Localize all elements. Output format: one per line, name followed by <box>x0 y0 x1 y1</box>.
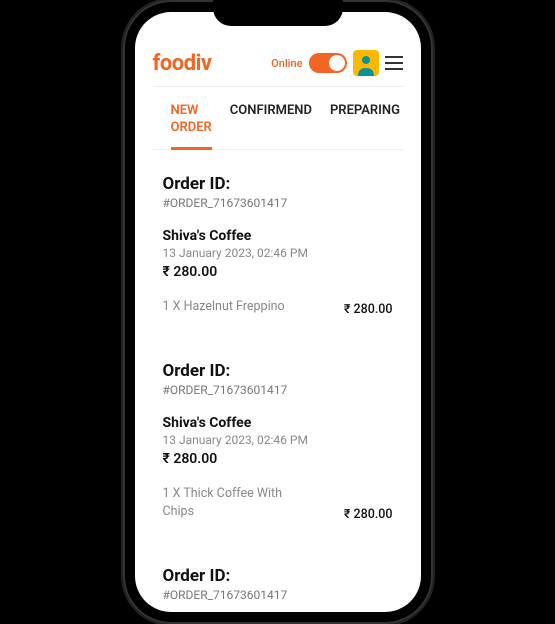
order-id-label: Order ID: <box>163 361 393 381</box>
tab-new-order[interactable]: NEW ORDER <box>171 103 212 150</box>
order-id-label: Order ID: <box>163 174 393 194</box>
order-card[interactable]: Order ID: #ORDER_71673601417 Shiva's Cof… <box>163 174 393 317</box>
menu-icon[interactable] <box>385 56 403 70</box>
line-item-name: 1 X Hazelnut Freppino <box>163 298 285 317</box>
tab-preparing[interactable]: PREPARING <box>330 103 400 149</box>
tab-confirmed[interactable]: CONFIRMEND <box>230 103 312 149</box>
order-line: 1 X Hazelnut Freppino ₹ 280.00 <box>163 298 393 317</box>
brand-logo[interactable]: foodiv <box>153 51 212 76</box>
phone-frame: foodiv Online NEW ORDER CONFIRMEND PREP <box>123 0 433 624</box>
line-item-name: 1 X Thick Coffee With Chips <box>163 485 313 523</box>
order-datetime: 13 January 2023, 02:46 PM <box>163 246 393 260</box>
order-card[interactable]: Order ID: #ORDER_71673601417 <box>163 566 393 602</box>
person-icon <box>356 54 376 76</box>
order-card[interactable]: Order ID: #ORDER_71673601417 Shiva's Cof… <box>163 361 393 523</box>
store-name: Shiva's Coffee <box>163 228 393 244</box>
order-total: ₹ 280.00 <box>163 451 393 467</box>
line-item-price: ₹ 280.00 <box>344 507 393 522</box>
tabs: NEW ORDER CONFIRMEND PREPARING <box>153 87 403 150</box>
store-name: Shiva's Coffee <box>163 415 393 431</box>
app-screen: foodiv Online NEW ORDER CONFIRMEND PREP <box>135 12 421 612</box>
avatar[interactable] <box>353 50 379 76</box>
line-item-price: ₹ 280.00 <box>344 302 393 317</box>
phone-notch <box>213 0 343 26</box>
order-id: #ORDER_71673601417 <box>163 196 393 210</box>
order-store-block: Shiva's Coffee 13 January 2023, 02:46 PM… <box>163 228 393 280</box>
online-toggle[interactable] <box>309 53 347 73</box>
online-label: Online <box>271 57 302 70</box>
order-datetime: 13 January 2023, 02:46 PM <box>163 433 393 447</box>
order-id: #ORDER_71673601417 <box>163 383 393 397</box>
order-id-label: Order ID: <box>163 566 393 586</box>
header-right: Online <box>271 50 402 76</box>
order-store-block: Shiva's Coffee 13 January 2023, 02:46 PM… <box>163 415 393 467</box>
order-id: #ORDER_71673601417 <box>163 588 393 602</box>
order-line: 1 X Thick Coffee With Chips ₹ 280.00 <box>163 485 393 523</box>
order-total: ₹ 280.00 <box>163 264 393 280</box>
orders-list: Order ID: #ORDER_71673601417 Shiva's Cof… <box>135 150 421 612</box>
